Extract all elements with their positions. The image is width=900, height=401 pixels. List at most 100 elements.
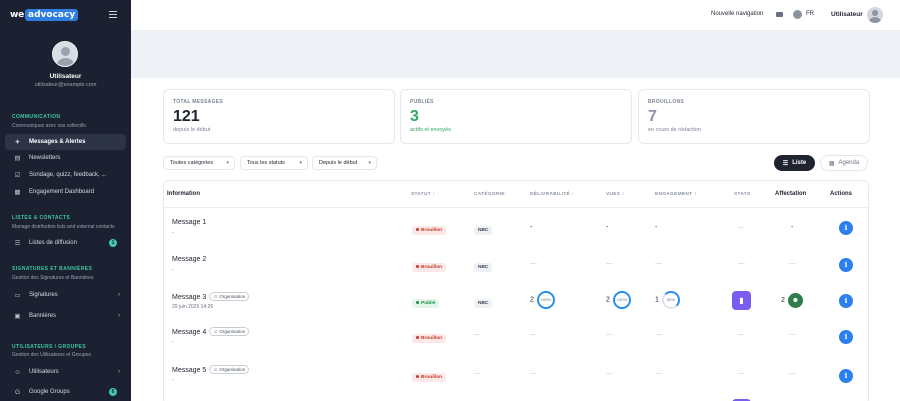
section-subtitle-lists: Manage distribution lists and external c… xyxy=(12,224,115,230)
sidebar-item-bannieres[interactable]: ▣ Bannières › xyxy=(5,308,126,324)
topbar: Nouvelle navigation FR Utilisateur xyxy=(131,0,900,31)
status-badge: Brouillon xyxy=(412,371,447,382)
category-value: — xyxy=(474,370,481,377)
message-date: - xyxy=(172,339,174,345)
menu-toggle-icon[interactable] xyxy=(109,11,117,18)
listes-count-badge: 1 xyxy=(109,239,117,247)
column-statut[interactable]: STATUT ↕ xyxy=(411,192,435,197)
message-date: - xyxy=(172,230,174,236)
sidebar-item-newsletters[interactable]: ▤ Newsletters xyxy=(5,150,126,166)
dashboard-icon: ▦ xyxy=(14,188,21,196)
status-badge: Brouillon xyxy=(412,224,447,235)
chevron-down-icon: ▾ xyxy=(299,160,302,166)
category-badge: NBC xyxy=(474,297,493,308)
sidebar-item-messages[interactable]: ✦ Messages & Alertes xyxy=(5,134,126,150)
group-icon: ☻ xyxy=(787,293,803,308)
messages-table: Information STATUT ↕ CATÉGORIE DÉLIVRABI… xyxy=(163,180,869,401)
column-vues[interactable]: VUES ↕ xyxy=(606,192,625,197)
column-engagement[interactable]: ENGAGEMENT ↕ xyxy=(655,192,697,197)
sidebar-item-utilisateurs[interactable]: ☺ Utilisateurs › xyxy=(5,364,126,380)
table-row[interactable]: Message 4 ☺ Organisation - Brouillon — — … xyxy=(164,321,868,359)
category-badge: NBC xyxy=(474,261,493,272)
language-selector[interactable]: FR xyxy=(806,11,814,17)
camera-icon[interactable] xyxy=(776,12,783,17)
section-title-signatures: SIGNATURES ET BANNIÈRES xyxy=(12,266,93,272)
views-value: — xyxy=(606,370,613,377)
stat-value: 3 xyxy=(410,108,419,125)
status-filter[interactable]: Tous les statuts ▾ xyxy=(240,156,308,170)
sidebar-item-sondage[interactable]: ☑ Sondage, quizz, feedback, ... xyxy=(5,167,126,183)
view-agenda-button[interactable]: ▦ Agenda xyxy=(820,155,868,171)
new-navigation-link[interactable]: Nouvelle navigation xyxy=(711,11,763,17)
section-subtitle-signatures: Gestion des Signatures et Bannières xyxy=(12,275,94,281)
view-list-button[interactable]: ☰ Liste xyxy=(774,155,815,171)
avatar[interactable] xyxy=(52,41,78,67)
info-icon[interactable]: i xyxy=(839,258,853,272)
stat-label: BROUILLONS xyxy=(648,99,685,105)
organisation-chip: ☺ Organisation xyxy=(209,327,250,337)
info-icon[interactable]: i xyxy=(839,330,853,344)
category-value: — xyxy=(474,331,481,338)
message-date: - xyxy=(172,377,174,383)
list-icon: ☰ xyxy=(782,160,789,167)
affectation-value: — xyxy=(789,370,796,377)
globe-icon[interactable] xyxy=(793,10,802,19)
logo-we: we xyxy=(10,10,25,20)
sidebar-item-listes[interactable]: ☰ Listes de diffusion 1 xyxy=(5,235,126,251)
chevron-right-icon: › xyxy=(118,313,120,319)
views-value: — xyxy=(606,260,613,267)
table-row[interactable] xyxy=(164,397,868,401)
views-value: - xyxy=(606,224,609,231)
message-date: 29 juin 2026 14:26 xyxy=(172,304,214,310)
message-title[interactable]: Message 5 ☺ Organisation xyxy=(172,365,250,375)
user-avatar[interactable] xyxy=(867,7,883,23)
organisation-chip: ☺ Organisation xyxy=(209,365,250,375)
category-badge: NBC xyxy=(474,224,493,235)
stat-card-published: PUBLIÉS 3 actifs et envoyés xyxy=(400,89,632,144)
affectation-value: — xyxy=(789,260,796,267)
message-title[interactable]: Message 3 ☺ Organisation xyxy=(172,292,250,302)
sidebar-user-email: utilisateur@example.com xyxy=(34,82,97,88)
info-icon[interactable]: i xyxy=(839,294,853,308)
logo[interactable]: we advocacy xyxy=(10,9,79,21)
date-filter[interactable]: Depuis le début ▾ xyxy=(312,156,377,170)
column-delivrabilite[interactable]: DÉLIVRABILITÉ ↕ xyxy=(530,192,574,197)
table-row[interactable]: Message 5 ☺ Organisation - Brouillon — — … xyxy=(164,359,868,397)
calendar-icon: ▦ xyxy=(828,160,835,167)
engagement-value: — xyxy=(655,370,662,377)
message-title[interactable]: Message 4 ☺ Organisation xyxy=(172,327,250,337)
engagement-value: — xyxy=(655,331,662,338)
column-categorie: CATÉGORIE xyxy=(474,192,505,197)
chevron-right-icon: › xyxy=(118,369,120,375)
chevron-down-icon: ▾ xyxy=(226,160,229,166)
sidebar: we advocacy Utilisateur utilisateur@exam… xyxy=(0,0,131,401)
sidebar-item-signatures[interactable]: ▭ Signatures › xyxy=(5,287,126,303)
logo-advocacy: advocacy xyxy=(25,9,79,21)
message-name[interactable]: Message 2 xyxy=(172,256,206,263)
column-stats: STATS xyxy=(734,192,751,197)
category-filter[interactable]: Toutes catégories ▾ xyxy=(163,156,235,170)
deliverability-value: — xyxy=(530,260,537,267)
table-row[interactable]: Message 3 ☺ Organisation 29 juin 2026 14:… xyxy=(164,283,868,321)
info-icon[interactable]: i xyxy=(839,369,853,383)
engagement-metric: 1 50% xyxy=(655,291,680,309)
stat-value: 7 xyxy=(648,108,657,125)
views-metric: 2 100% xyxy=(606,291,631,309)
stat-label: PUBLIÉS xyxy=(410,99,434,105)
table-row[interactable]: Message 2 - Brouillon NBC — — — — — i xyxy=(164,247,868,285)
table-row[interactable]: Message 1 - Brouillon NBC - - - — - i xyxy=(164,208,868,246)
sidebar-item-google-groups[interactable]: G Google Groups 6 xyxy=(5,384,126,400)
info-icon[interactable]: i xyxy=(839,221,853,235)
chart-icon[interactable]: ▮ xyxy=(732,291,751,310)
engagement-value: — xyxy=(655,260,662,267)
chevron-down-icon: ▾ xyxy=(368,160,371,166)
topbar-user-name[interactable]: Utilisateur xyxy=(831,11,863,18)
users-icon: ☺ xyxy=(14,368,21,376)
sidebar-item-engagement[interactable]: ▦ Engagement Dashboard xyxy=(5,184,126,200)
section-title-lists: LISTES & CONTACTS xyxy=(12,215,71,221)
deliverability-value: — xyxy=(530,370,537,377)
column-information: Information xyxy=(167,191,200,197)
signature-icon: ▭ xyxy=(14,291,21,299)
message-name[interactable]: Message 1 xyxy=(172,219,206,226)
affectation-metric[interactable]: 2 ☻ xyxy=(781,293,803,308)
